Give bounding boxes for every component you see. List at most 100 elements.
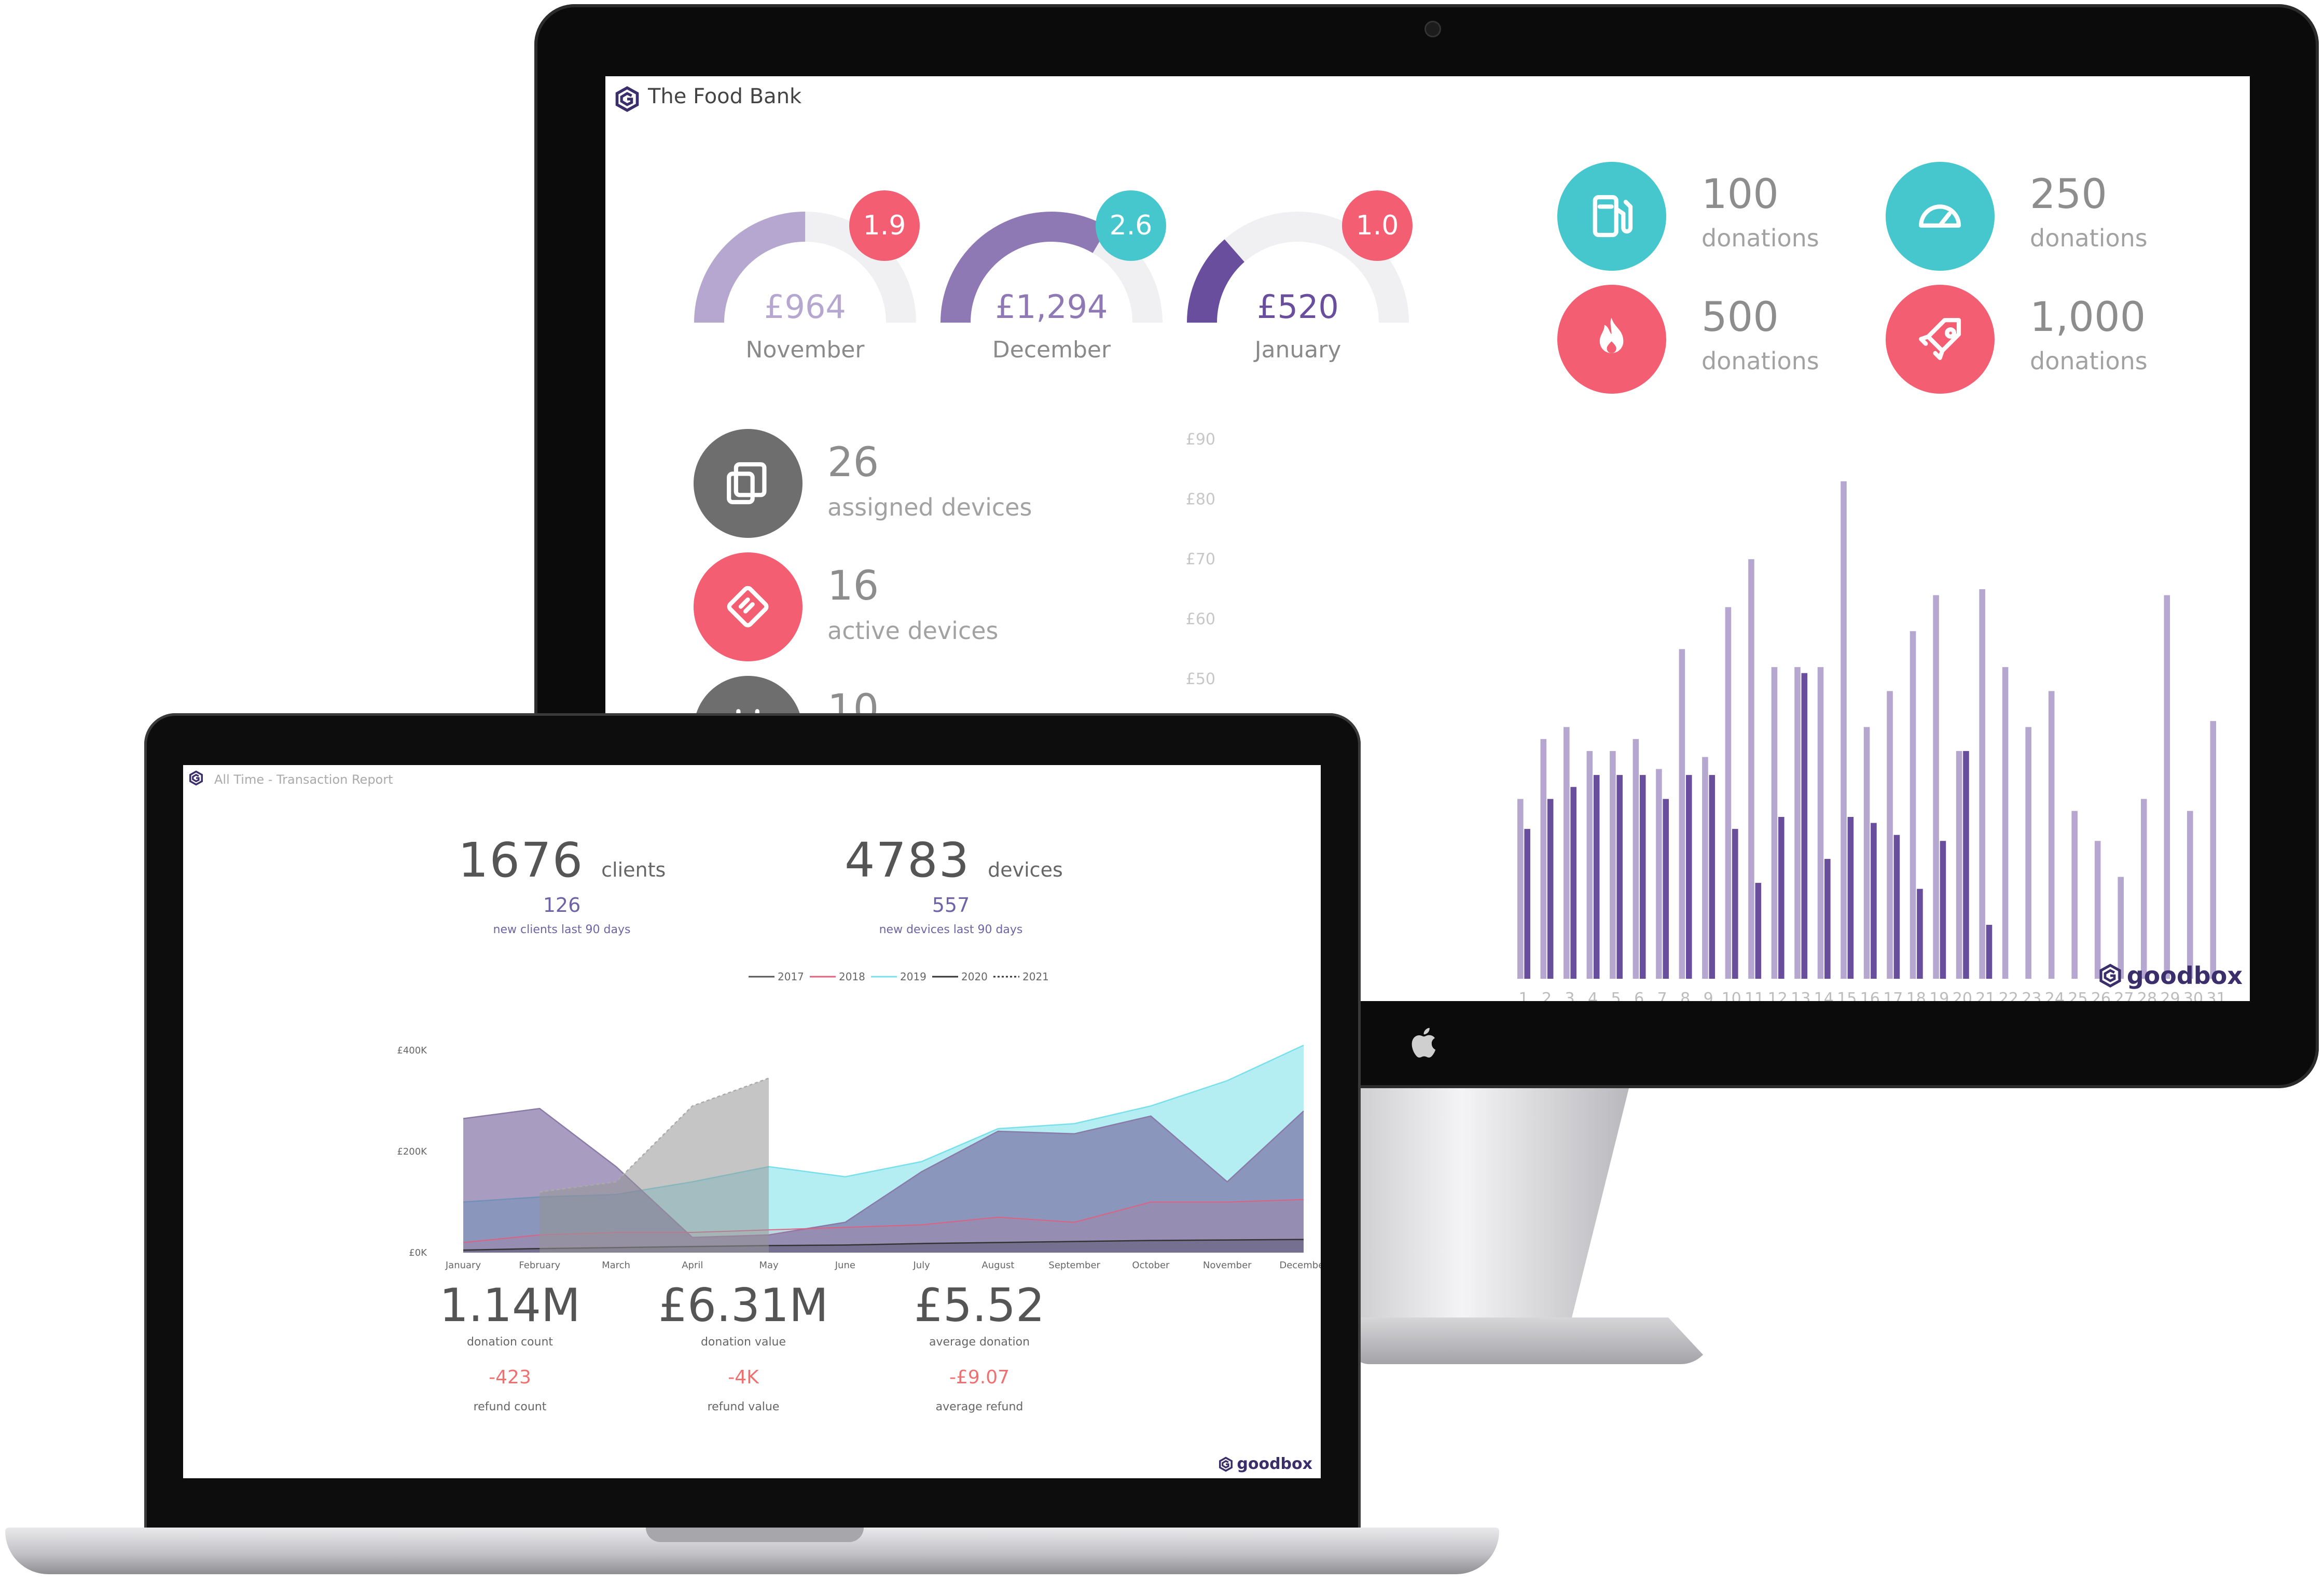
kpi-value: £5.52	[914, 1279, 1045, 1332]
x-tick-label: 18	[1906, 990, 1926, 1001]
bar	[1593, 775, 1600, 979]
x-tick-label: 5	[1611, 990, 1621, 1001]
legend-label: 2021	[1022, 970, 1049, 983]
camera-icon	[1424, 21, 1441, 37]
legend-label: 2019	[900, 970, 926, 983]
x-tick-label: 31	[2206, 990, 2226, 1001]
bar	[1610, 751, 1616, 979]
bar	[1748, 559, 1754, 979]
bar	[1778, 817, 1785, 979]
x-tick-label: 1	[1518, 990, 1528, 1001]
bar	[1685, 775, 1692, 979]
device-count: 26	[827, 439, 879, 486]
legend-label: 2017	[778, 970, 804, 983]
bar	[1616, 775, 1623, 979]
gauge-value: £520	[1257, 288, 1339, 326]
bar	[2048, 691, 2055, 979]
new-devices-label: new devices last 90 days	[879, 923, 1023, 936]
gauge-month: December	[992, 337, 1111, 363]
bar	[2164, 595, 2170, 979]
x-tick-label: 3	[1565, 990, 1575, 1001]
x-tick-label: 6	[1634, 990, 1644, 1001]
x-tick-label: 11	[1745, 990, 1764, 1001]
new-devices-count: 557	[932, 894, 970, 917]
gauge-month: January	[1254, 337, 1341, 363]
x-tick-label: March	[602, 1260, 630, 1271]
x-tick-label: February	[519, 1260, 560, 1271]
x-tick-label: September	[1048, 1260, 1100, 1271]
x-tick-label: August	[981, 1260, 1014, 1271]
bar	[1863, 727, 1870, 979]
device-label: active devices	[827, 617, 999, 645]
brand-name: goodbox	[1237, 1455, 1312, 1473]
bar	[1794, 667, 1801, 979]
clients-count: 1676	[458, 832, 584, 888]
bar	[1586, 751, 1593, 979]
bar	[1702, 757, 1708, 979]
bar	[1524, 829, 1530, 979]
x-tick-label: January	[445, 1260, 481, 1271]
goodbox-logo-icon	[615, 86, 639, 112]
devices-icon	[694, 429, 803, 538]
kpi-refund: -4K	[728, 1367, 759, 1388]
x-tick-label: 14	[1814, 990, 1834, 1001]
bar	[1679, 649, 1685, 979]
x-tick-label: 21	[1975, 990, 1995, 1001]
bar	[1540, 739, 1547, 979]
legend-label: 2020	[961, 970, 988, 983]
devices-count: 4783	[845, 832, 971, 888]
goodbox-logo-icon	[189, 770, 203, 786]
bar	[1564, 727, 1570, 979]
devices-stat: 4783 devices	[845, 832, 1063, 888]
x-tick-label: 7	[1657, 990, 1667, 1001]
milestone-label: donations	[2030, 347, 2148, 375]
x-tick-label: 12	[1768, 990, 1788, 1001]
bar	[2071, 811, 2078, 979]
report-title: All Time - Transaction Report	[214, 772, 393, 787]
clients-unit: clients	[601, 858, 666, 881]
y-tick-label: £60	[1186, 610, 1215, 629]
x-tick-label: May	[759, 1260, 779, 1271]
bar	[1871, 823, 1877, 979]
yearly-transactions-area-chart: 2017 2018 2019 2020 2021 £400K £200K £0K January…	[397, 970, 1321, 1271]
x-tick-label: June	[835, 1260, 855, 1271]
fuel-pump-icon	[1557, 162, 1666, 271]
x-tick-label: 29	[2160, 990, 2180, 1001]
milestone-number: 250	[2030, 171, 2107, 218]
bar	[1547, 799, 1554, 979]
y-tick-label: £50	[1186, 670, 1215, 688]
bar	[2210, 721, 2217, 979]
kpi-label: donation value	[700, 1336, 786, 1349]
y-tick-label: £400K	[397, 1045, 427, 1056]
x-tick-label: 28	[2137, 990, 2157, 1001]
laptop-notch	[646, 1528, 864, 1542]
kpi-label: donation count	[466, 1336, 554, 1349]
x-tick-label: October	[1132, 1260, 1170, 1271]
x-tick-label: 26	[2091, 990, 2111, 1001]
y-tick-label: £90	[1186, 431, 1215, 449]
kpi-refund: -£9.07	[949, 1367, 1010, 1388]
bar	[1956, 751, 1962, 979]
goodbox-logo-icon	[2099, 964, 2121, 988]
bar	[1517, 799, 1524, 979]
x-tick-label: November	[1203, 1260, 1252, 1271]
y-tick-label: £80	[1186, 491, 1215, 509]
bar	[1841, 481, 1847, 979]
bar	[1824, 858, 1831, 979]
milestone-label: donations	[1702, 224, 1819, 252]
bar	[1910, 631, 1916, 979]
device-label: assigned devices	[827, 493, 1032, 521]
kpi-refund: -423	[489, 1367, 531, 1388]
gauge-ratio-badge: 1.9	[849, 190, 920, 261]
bar	[1893, 835, 1900, 979]
x-tick-label: 19	[1929, 990, 1949, 1001]
bar	[1801, 673, 1808, 979]
bar	[1639, 775, 1646, 979]
bar	[2187, 811, 2193, 979]
new-clients-count: 126	[543, 894, 581, 917]
kpi-refund-label: refund count	[473, 1400, 547, 1413]
goodbox-logo-icon	[1219, 1456, 1233, 1472]
bar	[1656, 769, 1662, 979]
rocket-icon	[1886, 285, 1995, 394]
gauge-month: November	[745, 337, 865, 363]
